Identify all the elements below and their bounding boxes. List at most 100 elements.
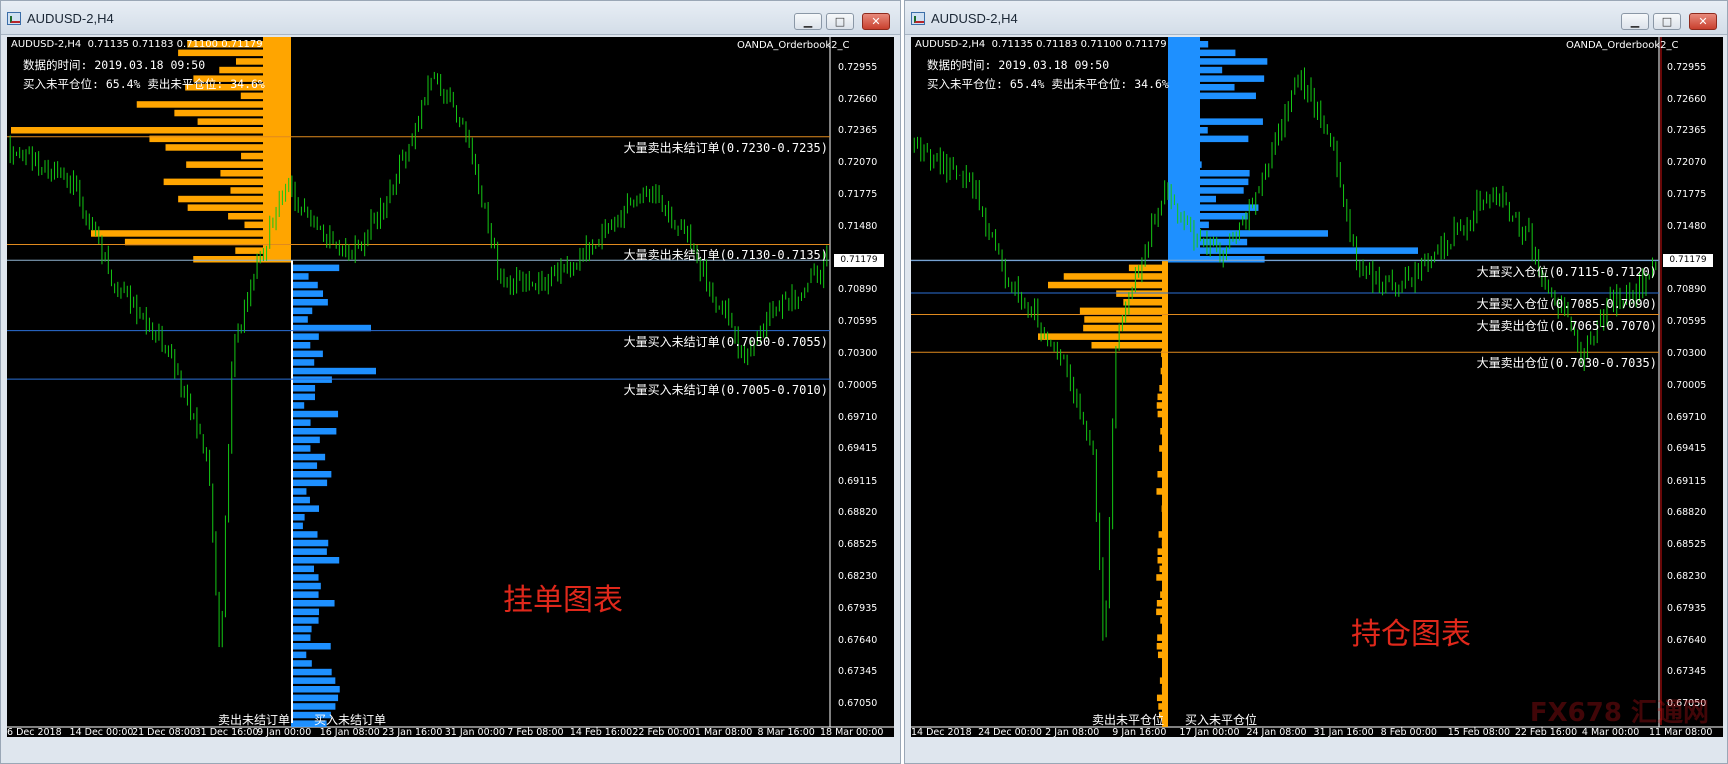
right-title-bar[interactable]: AUDUSD-2,H4 ▁ □ ✕	[905, 1, 1727, 35]
price-tick-label: 0.69710	[1667, 411, 1707, 423]
sell-position-bar	[1038, 333, 1168, 340]
buy-order-bar	[291, 385, 316, 392]
buy-order-bar	[291, 660, 312, 667]
buy-order-bar	[291, 367, 376, 375]
data-time: 数据的时间: 2019.03.18 09:50	[927, 58, 1110, 72]
price-tick-label: 0.70300	[838, 347, 878, 359]
price-tick-label: 0.70890	[1667, 284, 1707, 296]
chart-canvas	[911, 37, 1723, 728]
close-button[interactable]: ✕	[1689, 13, 1717, 30]
orderbook-pending-chart[interactable]: AUDUSD-2,H4 0.71135 0.71183 0.71100 0.71…	[7, 37, 894, 737]
buy-order-bar	[291, 651, 307, 659]
symbol-header: AUDUSD-2,H4 0.71135 0.71183 0.71100 0.71…	[915, 39, 1167, 50]
buy-order-bar	[291, 445, 311, 452]
time-tick-label: 14 Dec 2018	[911, 727, 972, 737]
orderbook-positions-chart[interactable]: AUDUSD-2,H4 0.71135 0.71183 0.71100 0.71…	[911, 37, 1723, 737]
time-tick-label: 18 Mar 00:00	[820, 727, 884, 737]
chart-app-icon	[7, 12, 21, 25]
price-tick-label: 0.71179	[1663, 254, 1713, 268]
buy-order-bar	[291, 471, 332, 478]
buy-order-bar	[291, 350, 323, 358]
sell-position-bar	[1063, 273, 1168, 280]
symbol-header: AUDUSD-2,H4 0.71135 0.71183 0.71100 0.71…	[11, 39, 263, 50]
price-tick-label: 0.72365	[1667, 125, 1707, 137]
buy-order-bar	[291, 419, 311, 426]
chart-type-label: 持仓图表	[1351, 617, 1471, 652]
indicator-name: OANDA_Orderbook2_C	[737, 40, 850, 51]
price-tick-label: 0.70595	[1667, 316, 1707, 328]
chart-type-label: 挂单图表	[503, 583, 623, 618]
buy-order-bar	[291, 462, 318, 469]
buy-order-bar	[291, 625, 312, 633]
buy-order-bar	[291, 290, 324, 297]
price-tick-label: 0.68230	[838, 571, 878, 583]
window-title: AUDUSD-2,H4	[931, 11, 1018, 26]
price-tick-label: 0.72955	[1667, 61, 1707, 73]
buy-order-bar	[291, 299, 328, 306]
buy-order-bar	[291, 410, 339, 418]
buy-order-bar	[291, 479, 328, 487]
level-label: 大量卖出未结订单(0.7130-0.7135)	[623, 248, 828, 263]
minimize-button[interactable]: ▁	[794, 13, 822, 30]
buy-order-bar	[291, 428, 337, 435]
sell-position-bar	[1048, 281, 1168, 289]
price-tick-label: 0.68820	[1667, 507, 1707, 519]
price-tick-label: 0.71775	[838, 188, 878, 200]
price-tick-label: 0.68230	[1667, 571, 1707, 583]
time-tick-label: 31 Jan 16:00	[1313, 727, 1374, 737]
maximize-button[interactable]: □	[826, 13, 854, 30]
buy-order-bar	[291, 393, 316, 401]
price-tick-label: 0.70005	[1667, 379, 1707, 391]
price-tick-label: 0.68525	[838, 539, 878, 551]
time-tick-label: 24 Jan 08:00	[1246, 727, 1307, 737]
time-tick-label: 31 Jan 00:00	[444, 727, 505, 737]
buy-order-bar	[291, 703, 336, 710]
buy-order-bar	[291, 634, 311, 641]
price-tick-label: 0.70005	[838, 379, 878, 391]
time-tick-label: 22 Feb 00:00	[632, 727, 695, 737]
sell-position-bar	[1091, 342, 1168, 349]
price-tick-label: 0.71480	[1667, 220, 1707, 232]
price-tick-label: 0.67935	[838, 602, 878, 614]
buy-order-bar	[291, 342, 311, 349]
buy-order-bar	[291, 591, 319, 598]
time-tick-label: 14 Dec 00:00	[69, 727, 134, 737]
time-tick-label: 9 Jan 16:00	[1112, 727, 1167, 737]
price-tick-label: 0.67640	[838, 634, 878, 646]
price-tick-label: 0.72955	[838, 61, 878, 73]
close-button[interactable]: ✕	[862, 13, 890, 30]
window-title: AUDUSD-2,H4	[27, 11, 114, 26]
left-title-bar[interactable]: AUDUSD-2,H4 ▁ □ ✕	[1, 1, 900, 35]
minimize-button[interactable]: ▁	[1621, 13, 1649, 30]
buy-positions-label: 买入未平仓位	[1185, 713, 1258, 727]
buy-order-bar	[291, 539, 329, 547]
sell-position-bar	[1079, 307, 1168, 315]
time-tick-label: 7 Feb 08:00	[507, 727, 564, 737]
buy-order-bar	[291, 273, 309, 280]
price-tick-label: 0.67640	[1667, 634, 1707, 646]
sell-position-bar	[1123, 299, 1168, 306]
buy-order-bar	[291, 436, 320, 444]
buy-order-bar	[291, 453, 326, 461]
buy-order-bar	[291, 686, 340, 693]
price-tick-label: 0.69115	[1667, 475, 1707, 487]
price-tick-label: 0.71179	[834, 254, 884, 268]
price-tick-label: 0.68525	[1667, 539, 1707, 551]
time-tick-label: 31 Dec 16:00	[194, 727, 259, 737]
buy-order-bar	[291, 574, 319, 581]
buy-order-bar	[291, 643, 331, 650]
right-chart-window[interactable]: AUDUSD-2,H4 ▁ □ ✕ AUDUSD-2,H4 0.71135 0.…	[904, 0, 1728, 764]
position-ratio: 买入未平仓位: 65.4% 卖出未平仓位: 34.6%	[927, 77, 1169, 91]
left-chart-window[interactable]: AUDUSD-2,H4 ▁ □ ✕ AUDUSD-2,H4 0.71135 0.…	[0, 0, 901, 764]
price-tick-label: 0.67345	[838, 666, 878, 678]
sell-order-bar	[91, 230, 291, 237]
price-tick-label: 0.67935	[1667, 602, 1707, 614]
maximize-button[interactable]: □	[1653, 13, 1681, 30]
buy-order-bar	[291, 565, 314, 573]
time-tick-label: 8 Feb 00:00	[1380, 727, 1437, 737]
buy-order-bar	[291, 677, 336, 684]
time-tick-label: 9 Jan 00:00	[257, 727, 312, 737]
sell-orders-label: 卖出未结订单	[218, 713, 291, 727]
sell-position-bar	[1116, 290, 1168, 297]
data-time: 数据的时间: 2019.03.18 09:50	[23, 58, 206, 72]
